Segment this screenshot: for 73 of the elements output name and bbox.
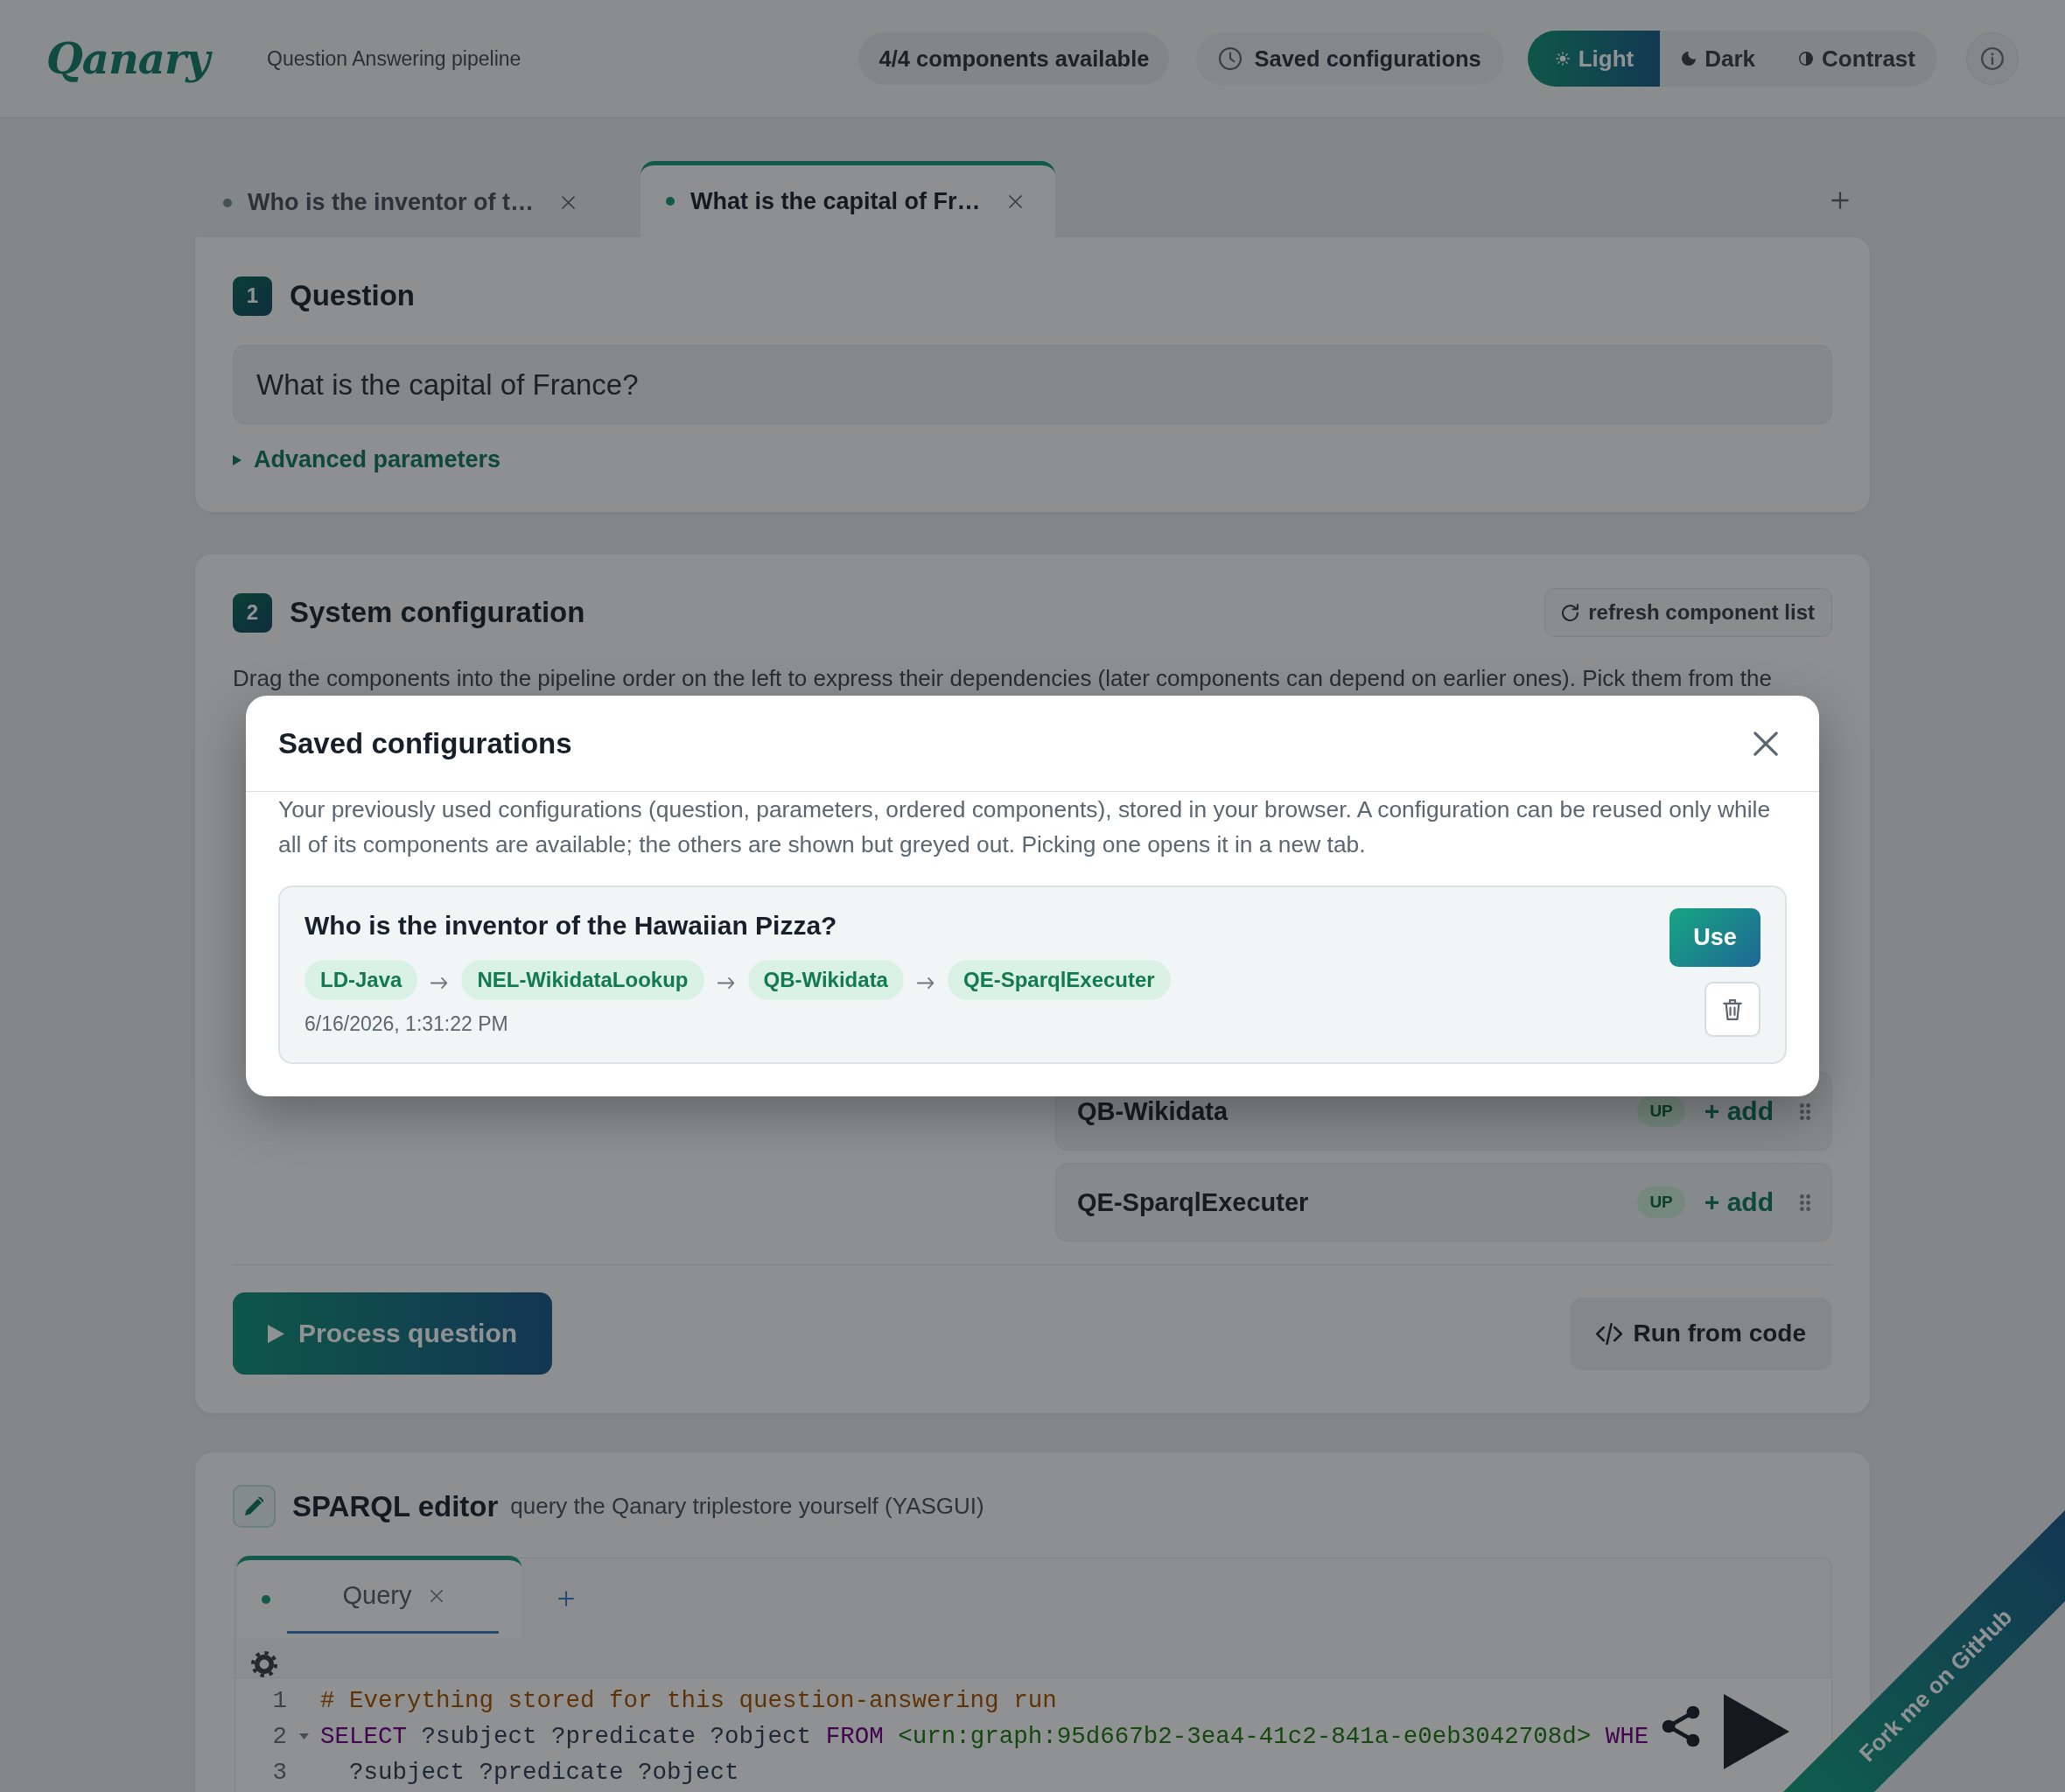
dialog-title: Saved configurations [278, 726, 572, 760]
theme-option[interactable]: Light [1527, 31, 1661, 87]
drag-handle-icon[interactable] [1800, 1102, 1810, 1120]
plus-icon [558, 1590, 574, 1606]
dot-icon [666, 197, 675, 206]
step-badge: 2 [233, 592, 272, 633]
moon-icon [1682, 52, 1697, 66]
clock-icon [1219, 47, 1242, 70]
fold-caret-icon[interactable] [298, 1733, 309, 1740]
card-title: Question [290, 279, 415, 312]
code-line: SELECT ?subject ?predicate ?object FROM <urn:graph:95d667b2-3ea4-41c2-841a-e0eb3042708d> WHE [320, 1723, 1649, 1750]
saved-timestamp: 6/16/2026, 1:31:22 PM [304, 1012, 509, 1036]
code-line: ?subject ?predicate ?object [348, 1759, 739, 1786]
play-icon[interactable] [1724, 1694, 1789, 1769]
step-badge: 1 [233, 276, 272, 316]
play-icon [268, 1324, 284, 1343]
card-subtitle: query the Qanary triplestore yourself (YASGUI) [510, 1493, 984, 1520]
theme-option[interactable]: Contrast [1777, 31, 1937, 87]
line-number: 2 [271, 1723, 287, 1750]
add-link[interactable]: + add [1704, 1096, 1774, 1126]
settings-icon[interactable] [251, 1651, 277, 1677]
plus-icon [1831, 192, 1849, 209]
dot-icon [223, 198, 232, 207]
arrow-right-icon [916, 976, 934, 989]
theme-option[interactable]: Dark [1660, 31, 1778, 87]
dialog-description: Your previously used configurations (question, parameters, ordered components), stored in your browser. A configuration can be reused only while all of its components are available; the others are shown but greyed out. Picking one opens it in a new tab. [278, 795, 1772, 859]
status-badge: UP [1637, 1096, 1685, 1127]
component-chip: NEL-WikidataLookup [461, 960, 704, 1000]
editor-tab[interactable]: Query [237, 1556, 522, 1638]
component-chip: LD-Java [304, 960, 418, 1000]
arrow-right-icon [430, 976, 449, 989]
component-name: QE-SparqlExecuter [1077, 1187, 1309, 1217]
use-button[interactable]: Use [1670, 908, 1760, 967]
contrast-icon [1799, 52, 1814, 66]
process-question-button[interactable]: Process question [233, 1292, 553, 1375]
question-tab[interactable]: Who is the inventor of t… [198, 164, 608, 237]
card-title: SPARQL editor [292, 1489, 499, 1523]
info-icon [1981, 47, 2004, 70]
saved-configurations-button[interactable]: Saved configurations [1196, 32, 1504, 85]
share-icon[interactable] [1662, 1705, 1700, 1747]
close-icon[interactable] [1008, 194, 1022, 208]
close-icon [1754, 731, 1778, 756]
close-icon[interactable] [562, 196, 575, 209]
refresh-icon [1562, 604, 1580, 621]
add-link[interactable]: + add [1704, 1187, 1774, 1217]
code-icon [1596, 1322, 1623, 1345]
arrow-right-icon [717, 976, 735, 989]
trash-icon [1723, 998, 1742, 1020]
card-title: System configuration [290, 596, 585, 629]
dot-icon [262, 1594, 270, 1604]
component-name: QB-Wikidata [1077, 1096, 1228, 1126]
card-description: Drag the components into the pipeline order on the left to express their dependencies (later components can depend on earlier ones). Pick them from the [233, 664, 1773, 693]
run-from-code-button[interactable]: Run from code [1570, 1297, 1832, 1370]
question-input[interactable]: What is the capital of France? [233, 345, 1832, 424]
availability-badge: 4/4 components available [858, 32, 1170, 85]
app-subtitle: Question Answering pipeline [267, 46, 522, 71]
line-number: 1 [271, 1687, 287, 1714]
code-line: # Everything stored for this question-answering run [320, 1687, 1057, 1714]
new-tab-button[interactable] [558, 1590, 574, 1606]
status-badge: UP [1637, 1186, 1685, 1218]
sun-icon [1555, 52, 1570, 66]
component-chip: QB-Wikidata [747, 960, 904, 1000]
line-number: 3 [271, 1759, 287, 1786]
drag-handle-icon[interactable] [1800, 1194, 1810, 1211]
refresh-button[interactable]: refresh component list [1544, 588, 1832, 637]
configuration-question: Who is the inventor of the Hawaiian Pizza? [304, 910, 838, 942]
advanced-parameters-toggle[interactable]: Advanced parameters [233, 446, 501, 473]
delete-button[interactable] [1704, 982, 1760, 1037]
question-tab[interactable]: What is the capital of Fr… [640, 161, 1055, 237]
close-icon[interactable] [430, 1589, 444, 1602]
pencil-icon [233, 1485, 276, 1528]
component-chip: QE-SparqlExecuter [947, 960, 1171, 1000]
new-tab-button[interactable] [1830, 190, 1851, 211]
